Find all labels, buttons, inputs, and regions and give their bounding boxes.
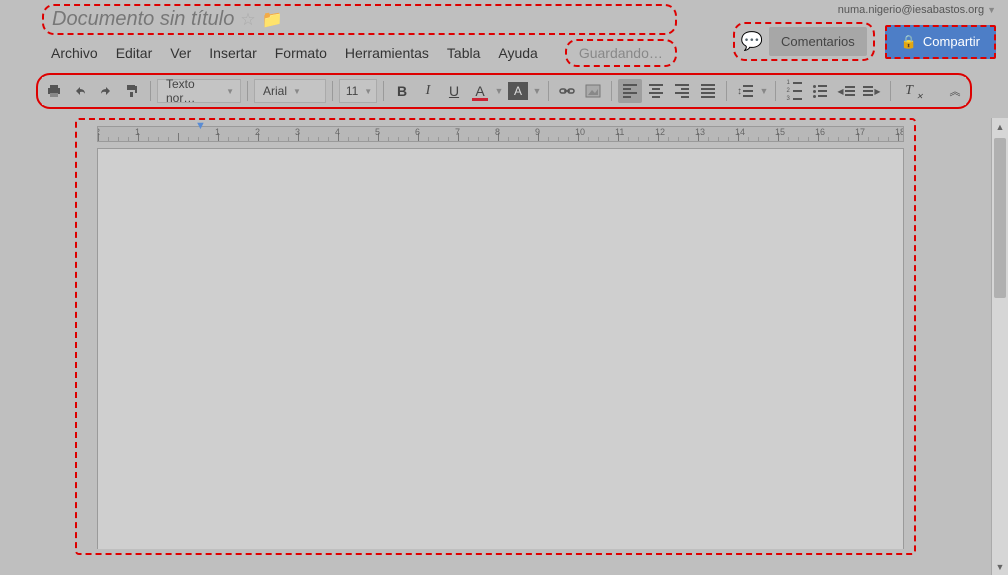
user-email[interactable]: numa.nigerio@iesabastos.org ▼ [838, 4, 996, 16]
text-color-button[interactable]: A [468, 79, 492, 103]
header-right: numa.nigerio@iesabastos.org ▼ 💬 Comentar… [733, 4, 996, 61]
link-icon[interactable] [555, 79, 579, 103]
font-dropdown[interactable]: Arial ▼ [254, 79, 326, 103]
chevron-down-icon: ▼ [364, 87, 372, 96]
header: Documento sin título ☆ 📁 Archivo Editar … [0, 0, 1008, 67]
folder-icon[interactable]: 📁 [262, 10, 283, 30]
separator [775, 81, 776, 101]
chevron-down-icon: ▼ [293, 87, 301, 96]
save-status: Guardando… [565, 39, 677, 67]
comments-group: 💬 Comentarios [733, 22, 875, 61]
chevron-down-icon: ▼ [226, 87, 234, 96]
share-button[interactable]: 🔒 Compartir [885, 25, 996, 59]
title-row: Documento sin título ☆ 📁 [42, 4, 677, 35]
underline-button[interactable]: U [442, 79, 466, 103]
increase-indent-icon[interactable]: ▶ [860, 79, 884, 103]
line-spacing-icon[interactable]: ↕ [733, 79, 757, 103]
separator [548, 81, 549, 101]
chevron-down-icon[interactable]: ▼ [532, 79, 542, 103]
comments-button[interactable]: Comentarios [769, 27, 867, 56]
menu-tabla[interactable]: Tabla [438, 41, 489, 65]
bold-button[interactable]: B [390, 79, 414, 103]
header-left: Documento sin título ☆ 📁 Archivo Editar … [42, 4, 677, 67]
align-center-icon[interactable] [644, 79, 668, 103]
clear-format-icon[interactable]: T✕ [897, 79, 921, 103]
ruler-indent-marker[interactable]: ▼ [195, 120, 206, 132]
scroll-down-icon[interactable]: ▼ [992, 558, 1008, 575]
highlight-button[interactable]: A [506, 79, 530, 103]
scroll-up-icon[interactable]: ▲ [992, 118, 1008, 135]
chevron-down-icon[interactable]: ▼ [759, 79, 769, 103]
caret-down-icon: ▼ [987, 5, 996, 15]
header-actions: 💬 Comentarios 🔒 Compartir [733, 22, 996, 61]
numbered-list-icon[interactable]: 123 [782, 79, 806, 103]
menu-ver[interactable]: Ver [161, 41, 200, 65]
separator [247, 81, 248, 101]
paint-format-icon[interactable] [120, 79, 144, 103]
align-right-icon[interactable] [670, 79, 694, 103]
star-icon[interactable]: ☆ [240, 10, 255, 30]
bulleted-list-icon[interactable] [808, 79, 832, 103]
menu-editar[interactable]: Editar [107, 41, 162, 65]
menu-insertar[interactable]: Insertar [200, 41, 265, 65]
page[interactable] [97, 148, 904, 549]
font-value: Arial [263, 84, 287, 98]
collapse-toolbar-icon[interactable]: ︽ [942, 79, 966, 103]
document-canvas: 21123456789101112131415161718 ▼ [75, 118, 916, 555]
menu-ayuda[interactable]: Ayuda [489, 41, 546, 65]
toolbar: Texto nor… ▼ Arial ▼ 11 ▼ B I U A ▼ A ▼ ↕ ▼… [42, 77, 966, 105]
vertical-scrollbar[interactable]: ▲ ▼ [991, 118, 1008, 575]
print-icon[interactable] [42, 79, 66, 103]
separator [726, 81, 727, 101]
font-size-dropdown[interactable]: 11 ▼ [339, 79, 377, 103]
chat-icon[interactable]: 💬 [741, 31, 763, 52]
share-label: Compartir [923, 34, 980, 49]
menu-bar: Archivo Editar Ver Insertar Formato Herr… [42, 39, 677, 67]
styles-value: Texto nor… [166, 77, 220, 105]
separator [611, 81, 612, 101]
size-value: 11 [346, 84, 358, 98]
image-icon[interactable] [581, 79, 605, 103]
italic-button[interactable]: I [416, 79, 440, 103]
user-email-text: numa.nigerio@iesabastos.org [838, 4, 984, 16]
redo-icon[interactable] [94, 79, 118, 103]
scroll-thumb[interactable] [994, 138, 1006, 298]
menu-archivo[interactable]: Archivo [42, 41, 107, 65]
align-justify-icon[interactable] [696, 79, 720, 103]
separator [332, 81, 333, 101]
lock-icon: 🔒 [901, 34, 917, 50]
separator [150, 81, 151, 101]
toolbar-wrap: Texto nor… ▼ Arial ▼ 11 ▼ B I U A ▼ A ▼ ↕ ▼… [36, 73, 972, 109]
separator [383, 81, 384, 101]
separator [890, 81, 891, 101]
menu-herramientas[interactable]: Herramientas [336, 41, 438, 65]
document-title[interactable]: Documento sin título [52, 8, 234, 31]
undo-icon[interactable] [68, 79, 92, 103]
align-left-icon[interactable] [618, 79, 642, 103]
horizontal-ruler[interactable]: 21123456789101112131415161718 [97, 126, 904, 142]
chevron-down-icon[interactable]: ▼ [494, 79, 504, 103]
menu-formato[interactable]: Formato [266, 41, 336, 65]
styles-dropdown[interactable]: Texto nor… ▼ [157, 79, 241, 103]
decrease-indent-icon[interactable]: ◀ [834, 79, 858, 103]
